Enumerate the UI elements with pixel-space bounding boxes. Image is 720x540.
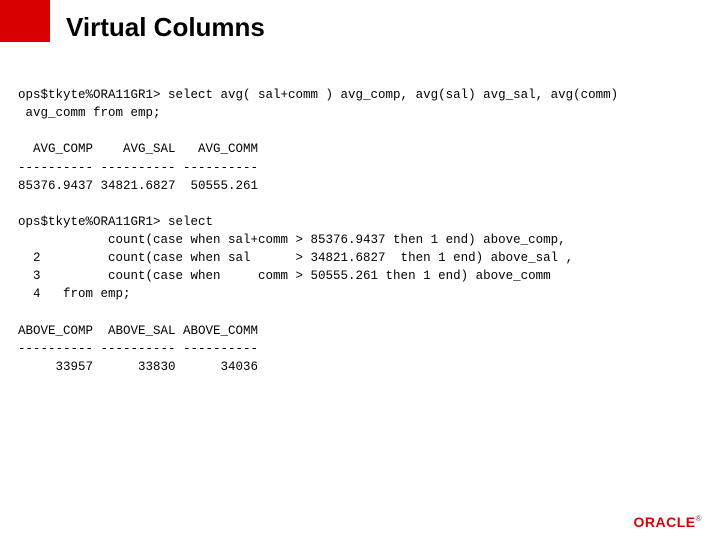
registered-icon: ® [696,514,702,523]
slide-title: Virtual Columns [66,12,265,43]
code-block: ops$tkyte%ORA11GR1> select avg( sal+comm… [18,86,702,376]
oracle-logo: ORACLE® [633,514,702,530]
brand-accent-block [0,0,50,42]
oracle-logo-text: ORACLE [633,514,695,530]
